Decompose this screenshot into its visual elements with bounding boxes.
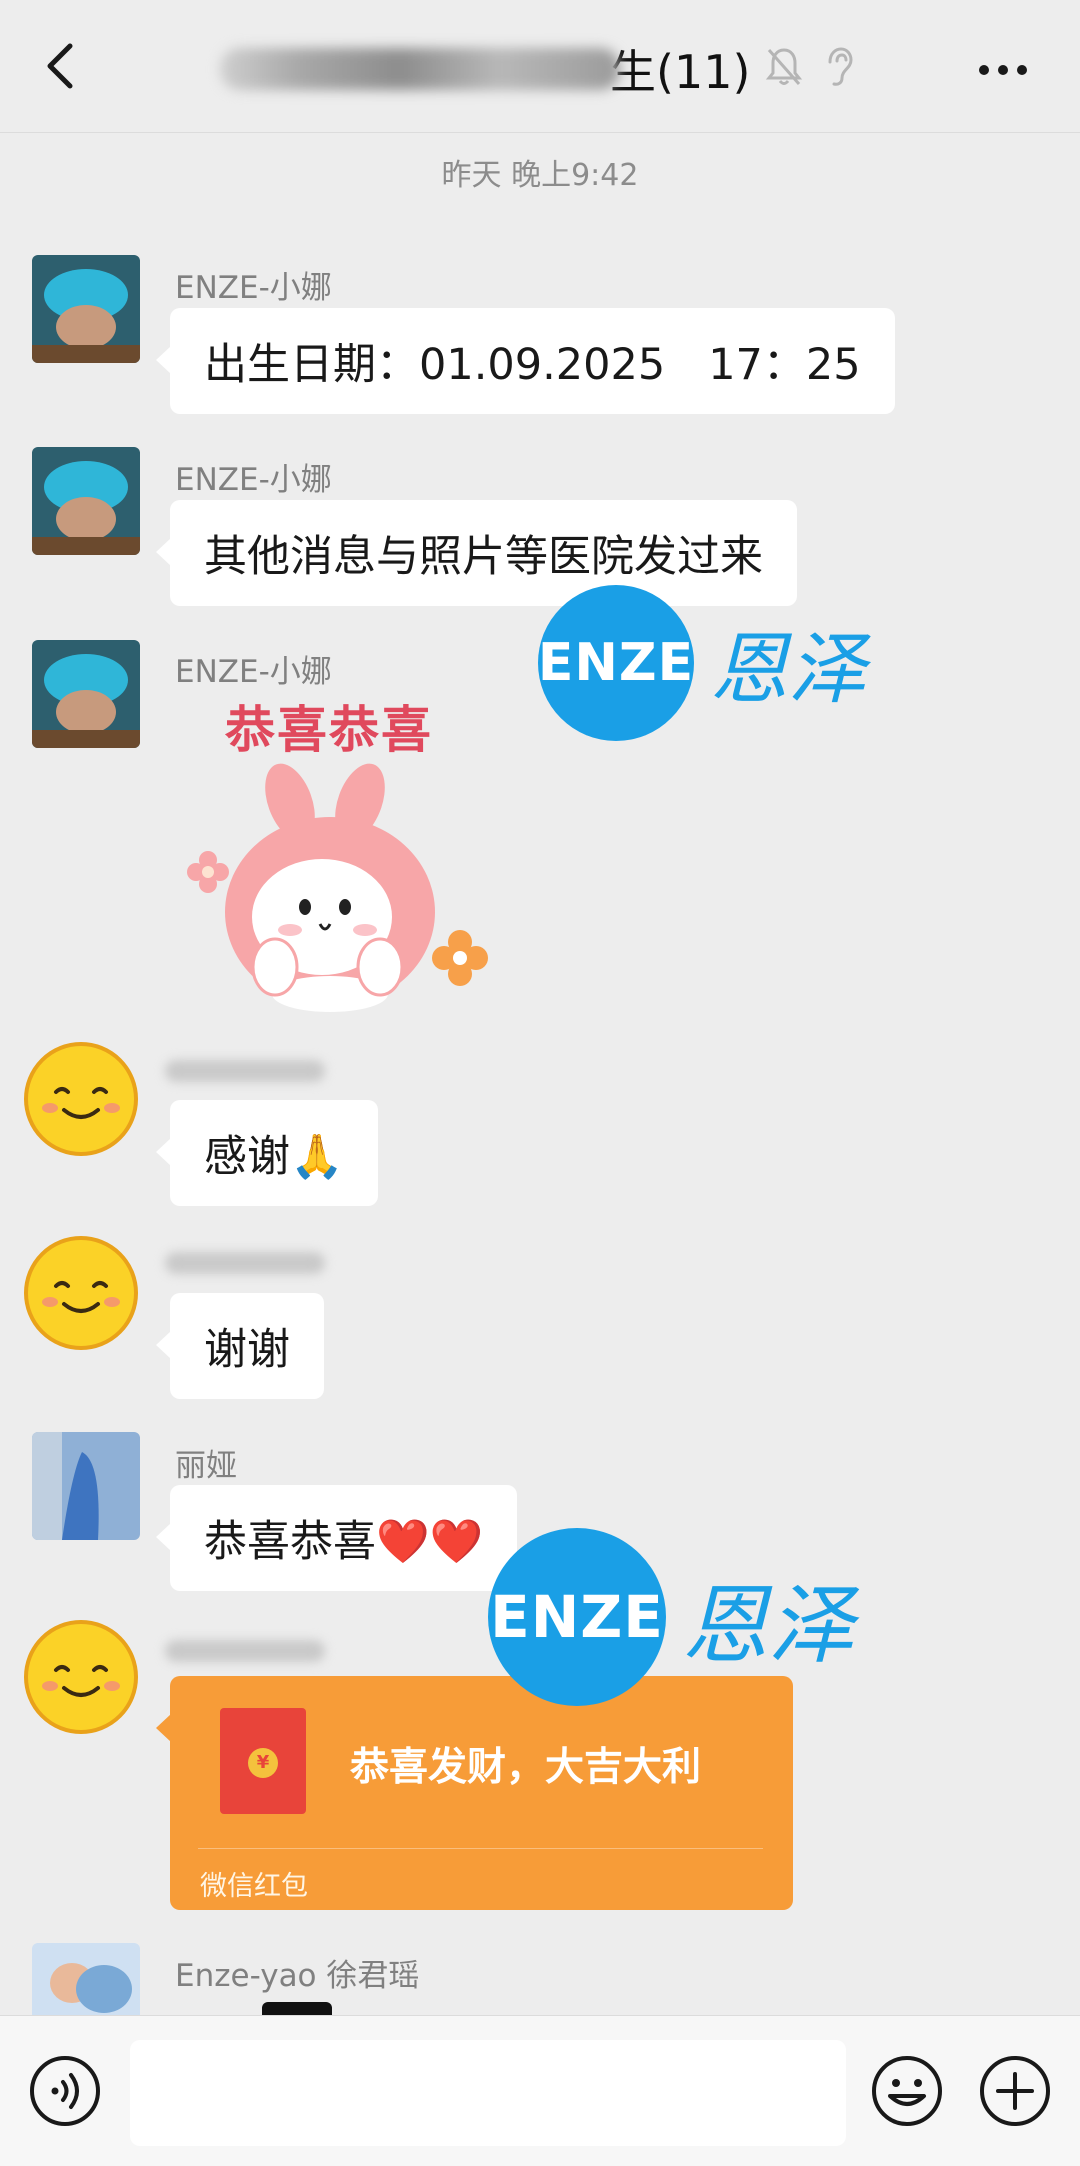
watermark-logo: ENZE 恩泽 xyxy=(488,1528,854,1706)
sticker-caption: 恭喜恭喜 xyxy=(225,700,433,759)
message-bubble[interactable]: 出生日期：01.09.2025 17：25 xyxy=(156,308,895,414)
chevron-left-icon[interactable] xyxy=(40,40,88,92)
chat-title: 生(11) xyxy=(220,34,750,104)
partial-message-content xyxy=(262,2002,332,2015)
avatar[interactable] xyxy=(22,1618,140,1736)
red-packet-title: 恭喜发财，大吉大利 xyxy=(350,1745,702,1790)
yuan-coin-icon: ¥ xyxy=(248,1748,278,1778)
sender-name: ENZE-小娜 xyxy=(175,462,332,498)
red-envelope-icon: ¥ xyxy=(220,1708,306,1814)
watermark-logo-text: 恩泽 xyxy=(710,625,867,715)
message-timestamp: 昨天 晚上9:42 xyxy=(441,158,639,193)
sender-name: ENZE-小娜 xyxy=(175,270,332,306)
watermark-logo-badge: ENZE xyxy=(488,1528,666,1706)
avatar[interactable] xyxy=(32,255,140,363)
sender-name: Enze-yao 徐君瑶 xyxy=(175,1958,420,1994)
avatar[interactable] xyxy=(32,1943,140,2015)
sender-name: ENZE-小娜 xyxy=(175,654,332,690)
voice-icon[interactable] xyxy=(28,2054,102,2128)
input-bar xyxy=(0,2015,1080,2166)
message-bubble[interactable]: 谢谢 xyxy=(156,1293,324,1399)
sender-name-blurred xyxy=(165,1640,325,1662)
bell-off-icon xyxy=(765,48,803,85)
sender-name-blurred xyxy=(165,1060,325,1082)
emoji-icon[interactable] xyxy=(870,2054,944,2128)
avatar[interactable] xyxy=(32,447,140,555)
sender-name-blurred xyxy=(165,1252,325,1274)
avatar[interactable] xyxy=(32,640,140,748)
avatar[interactable] xyxy=(22,1234,140,1352)
sticker-message[interactable]: 恭喜恭喜 xyxy=(180,690,500,1020)
message-bubble[interactable]: 感谢🙏 xyxy=(156,1100,378,1206)
blurred-group-name xyxy=(220,48,620,90)
red-packet-footer: 微信红包 xyxy=(200,1871,308,1902)
watermark-logo-badge: ENZE xyxy=(538,585,694,741)
sender-name: 丽娅 xyxy=(175,1448,237,1484)
red-packet-divider xyxy=(198,1848,763,1849)
red-packet-message[interactable]: ¥ 恭喜发财，大吉大利 微信红包 xyxy=(156,1676,793,1910)
message-bubble[interactable]: 恭喜恭喜❤️❤️ xyxy=(155,1485,518,1591)
watermark-logo: ENZE 恩泽 xyxy=(538,585,866,741)
bunny-sticker xyxy=(187,763,488,1012)
ear-icon xyxy=(828,47,853,86)
chat-header: 生(11) xyxy=(0,0,1080,133)
avatar[interactable] xyxy=(32,1432,140,1540)
watermark-logo-text: 恩泽 xyxy=(682,1575,854,1676)
more-icon[interactable] xyxy=(978,64,1028,76)
chat-title-text: 生(11) xyxy=(610,45,751,99)
message-input[interactable] xyxy=(130,2040,846,2146)
avatar[interactable] xyxy=(22,1040,140,1158)
plus-icon[interactable] xyxy=(978,2054,1052,2128)
